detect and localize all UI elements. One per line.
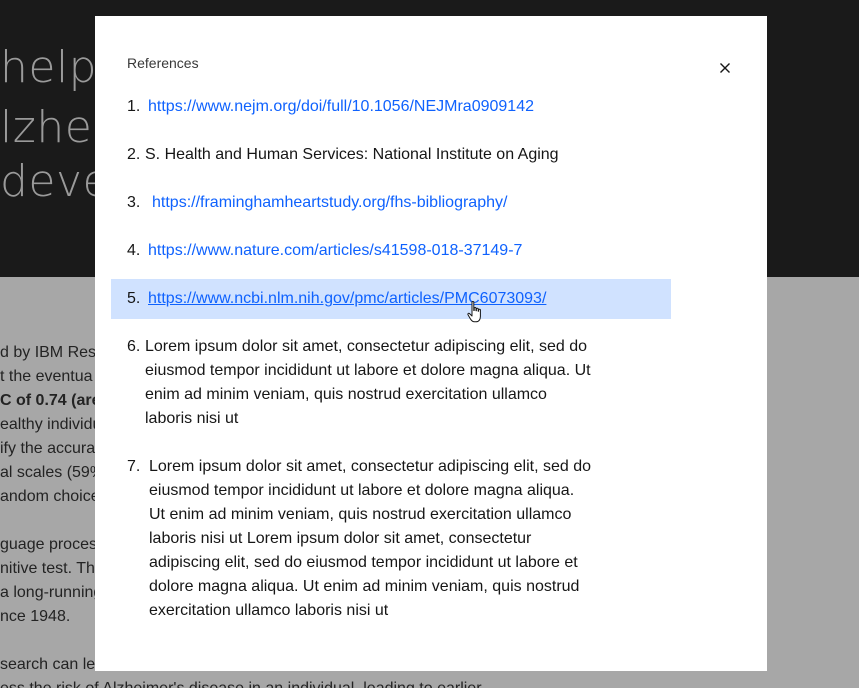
article-text-line: guage proces (0, 536, 97, 553)
reference-link[interactable]: https://framinghamheartstudy.org/fhs-bib… (152, 191, 507, 215)
article-text-line: d by IBM Rese (0, 344, 105, 361)
reference-text-line: Ut enim ad minim veniam, quis nostrud ex… (149, 506, 572, 523)
reference-text-line: exercitation ullamco laboris nisi ut (149, 602, 389, 619)
reference-item: 2. S. Health and Human Services: Nationa… (95, 143, 767, 167)
article-text-line: nce 1948. (0, 608, 71, 625)
reference-text: Lorem ipsum dolor sit amet, consectetur … (145, 335, 591, 431)
reference-link[interactable]: https://www.ncbi.nlm.nih.gov/pmc/article… (148, 287, 546, 311)
reference-text-line: eiusmod tempor incididunt ut labore et d… (149, 482, 575, 499)
reference-number: 1. (127, 98, 141, 115)
reference-number: 3. (127, 194, 141, 211)
reference-item: 7. Lorem ipsum dolor sit amet, consectet… (95, 455, 767, 623)
article-text-line: search can le (0, 656, 96, 673)
reference-text: Lorem ipsum dolor sit amet, consectetur … (149, 455, 591, 623)
modal-title: References (127, 55, 199, 71)
reference-text-line: enim ad minim veniam, quis nostrud exerc… (145, 386, 547, 403)
references-list: 1. https://www.nejm.org/doi/full/10.1056… (95, 95, 767, 647)
article-text-line: andom choice (0, 488, 100, 505)
hero-heading-line: deve (0, 156, 111, 207)
reference-text-line: adipiscing elit, sed do eiusmod tempor i… (149, 554, 578, 571)
hero-heading-line: lzhei (0, 102, 106, 153)
article-text-line: t the eventua (0, 368, 93, 385)
reference-number: 6. (127, 338, 141, 355)
reference-number: 5. (127, 290, 141, 307)
reference-text-line: laboris nisi ut Lorem ipsum dolor sit am… (149, 530, 532, 547)
article-text-line: al scales (59% (0, 464, 105, 481)
reference-text-line: laboris nisi ut (145, 410, 239, 427)
reference-item-hovered: 5. https://www.ncbi.nlm.nih.gov/pmc/arti… (111, 279, 671, 319)
reference-item: 1. https://www.nejm.org/doi/full/10.1056… (95, 95, 767, 119)
article-text-line: ealthy individu (0, 416, 102, 433)
reference-item: 3. https://framinghamheartstudy.org/fhs-… (95, 191, 767, 215)
hero-heading-line: help (0, 42, 98, 93)
reference-link[interactable]: https://www.nature.com/articles/s41598-0… (148, 239, 522, 263)
reference-number: 4. (127, 242, 141, 259)
reference-text-line: dolore magna aliqua. Ut enim ad minim ve… (149, 578, 580, 595)
article-text-line: ify the accura (0, 440, 96, 457)
reference-number: 7. (127, 458, 141, 475)
reference-text-line: Lorem ipsum dolor sit amet, consectetur … (145, 338, 587, 355)
reference-text-line: Lorem ipsum dolor sit amet, consectetur … (149, 458, 591, 475)
article-text-line: a long-running (0, 584, 103, 601)
article-text-line: C of 0.74 (are (0, 392, 101, 409)
close-button[interactable] (713, 56, 737, 80)
reference-item: 6. Lorem ipsum dolor sit amet, consectet… (95, 335, 767, 431)
reference-text: S. Health and Human Services: National I… (145, 146, 559, 163)
article-text-line: nitive test. Th (0, 560, 95, 577)
close-icon (720, 63, 730, 73)
reference-number: 2. (127, 146, 141, 163)
reference-link[interactable]: https://www.nejm.org/doi/full/10.1056/NE… (148, 95, 534, 119)
references-modal: References 1. https://www.nejm.org/doi/f… (95, 16, 767, 671)
article-text-line: ess the risk of Alzheimer's disease in a… (0, 677, 482, 688)
reference-text-line: eiusmod tempor incididunt ut labore et d… (145, 362, 591, 379)
reference-item: 4. https://www.nature.com/articles/s4159… (95, 239, 767, 263)
